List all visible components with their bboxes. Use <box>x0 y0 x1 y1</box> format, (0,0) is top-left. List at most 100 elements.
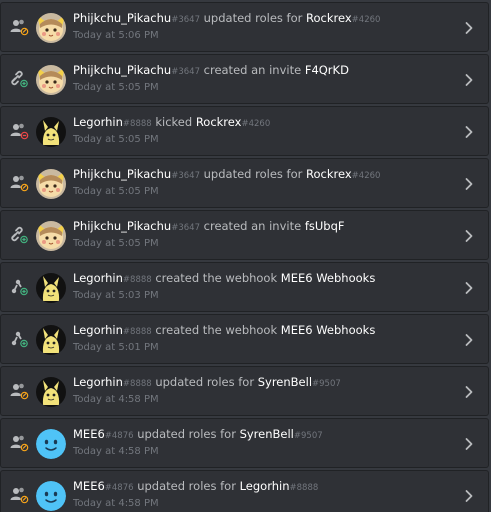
entry-summary: Phijkchu_Pikachu#3647 created an invite … <box>73 63 349 80</box>
target-discriminator: #8888 <box>289 483 319 493</box>
audit-log-entry[interactable]: Phijkchu_Pikachu#3647 updated roles for … <box>0 158 489 208</box>
actor-name[interactable]: Legorhin <box>73 271 123 285</box>
actor-discriminator: #3647 <box>171 223 200 233</box>
avatar[interactable] <box>36 325 66 355</box>
actor-discriminator: #8888 <box>122 327 152 337</box>
target-discriminator: #4260 <box>351 171 381 181</box>
actor-discriminator: #8888 <box>122 119 152 129</box>
timestamp: Today at 5:05 PM <box>73 238 159 249</box>
update-action-icon <box>9 173 29 193</box>
kick-action-icon <box>9 121 29 141</box>
avatar[interactable] <box>36 481 66 511</box>
target-name[interactable]: Rockrex <box>196 115 242 129</box>
actor-discriminator: #8888 <box>122 379 152 389</box>
chevron-right-icon[interactable] <box>464 280 474 294</box>
update-action-icon <box>9 485 29 505</box>
action-text: updated roles for <box>203 167 303 181</box>
action-text: updated roles for <box>155 375 255 389</box>
actor-name[interactable]: Phijkchu_Pikachu <box>73 167 171 181</box>
chevron-right-icon[interactable] <box>464 228 474 242</box>
timestamp: Today at 5:01 PM <box>73 342 159 353</box>
timestamp: Today at 4:58 PM <box>73 446 159 457</box>
avatar[interactable] <box>36 377 66 407</box>
audit-log-entry[interactable]: MEE6#4876 updated roles for Legorhin#888… <box>0 470 489 512</box>
entry-summary: Legorhin#8888 created the webhook MEE6 W… <box>73 271 375 288</box>
target-name[interactable]: Rockrex <box>306 167 352 181</box>
target-name[interactable]: Rockrex <box>306 11 352 25</box>
chevron-right-icon[interactable] <box>464 488 474 502</box>
entry-summary: Phijkchu_Pikachu#3647 updated roles for … <box>73 167 380 184</box>
action-text: kicked <box>155 115 193 129</box>
timestamp: Today at 4:58 PM <box>73 498 159 509</box>
chevron-right-icon[interactable] <box>464 176 474 190</box>
chevron-right-icon[interactable] <box>464 332 474 346</box>
actor-name[interactable]: Legorhin <box>73 323 123 337</box>
entry-summary: Phijkchu_Pikachu#3647 created an invite … <box>73 219 345 236</box>
webhook-action-icon <box>9 329 29 349</box>
timestamp: Today at 5:03 PM <box>73 290 159 301</box>
audit-log-entry[interactable]: Phijkchu_Pikachu#3647 updated roles for … <box>0 2 489 52</box>
avatar[interactable] <box>36 273 66 303</box>
target-name[interactable]: fsUbqF <box>305 219 345 233</box>
target-discriminator: #9507 <box>312 379 341 389</box>
actor-name[interactable]: MEE6 <box>73 479 105 493</box>
update-action-icon <box>9 17 29 37</box>
actor-name[interactable]: Phijkchu_Pikachu <box>73 11 171 25</box>
action-text: created an invite <box>203 63 302 77</box>
audit-log-entry[interactable]: MEE6#4876 updated roles for SyrenBell#95… <box>0 418 489 468</box>
action-text: created the webhook <box>155 271 278 285</box>
action-text: updated roles for <box>137 427 236 441</box>
timestamp: Today at 5:05 PM <box>73 186 159 197</box>
avatar[interactable] <box>36 169 66 199</box>
entry-summary: Legorhin#8888 created the webhook MEE6 W… <box>73 323 375 340</box>
entry-summary: Phijkchu_Pikachu#3647 updated roles for … <box>73 11 380 28</box>
audit-log-entry[interactable]: Phijkchu_Pikachu#3647 created an invite … <box>0 210 489 260</box>
action-text: updated roles for <box>203 11 303 25</box>
target-discriminator: #4260 <box>351 15 381 25</box>
target-name[interactable]: SyrenBell <box>240 427 294 441</box>
action-text: updated roles for <box>137 479 236 493</box>
actor-name[interactable]: MEE6 <box>73 427 105 441</box>
audit-log-entry[interactable]: Legorhin#8888 created the webhook MEE6 W… <box>0 262 489 312</box>
avatar[interactable] <box>36 221 66 251</box>
chevron-right-icon[interactable] <box>464 72 474 86</box>
target-name[interactable]: MEE6 Webhooks <box>281 323 376 337</box>
invite-action-icon <box>9 69 29 89</box>
chevron-right-icon[interactable] <box>464 436 474 450</box>
actor-discriminator: #3647 <box>171 67 200 77</box>
audit-log-entry[interactable]: Phijkchu_Pikachu#3647 created an invite … <box>0 54 489 104</box>
timestamp: Today at 5:06 PM <box>73 30 159 41</box>
avatar[interactable] <box>36 429 66 459</box>
update-action-icon <box>9 381 29 401</box>
audit-log-entry[interactable]: Legorhin#8888 updated roles for SyrenBel… <box>0 366 489 416</box>
actor-discriminator: #8888 <box>122 275 152 285</box>
target-name[interactable]: MEE6 Webhooks <box>281 271 376 285</box>
chevron-right-icon[interactable] <box>464 124 474 138</box>
actor-discriminator: #3647 <box>171 171 200 181</box>
actor-discriminator: #4876 <box>104 483 134 493</box>
actor-name[interactable]: Legorhin <box>73 375 123 389</box>
actor-name[interactable]: Phijkchu_Pikachu <box>73 63 171 77</box>
avatar[interactable] <box>36 117 66 147</box>
chevron-right-icon[interactable] <box>464 384 474 398</box>
avatar[interactable] <box>36 13 66 43</box>
target-name[interactable]: F4QrKD <box>305 63 349 77</box>
entry-summary: Legorhin#8888 updated roles for SyrenBel… <box>73 375 341 392</box>
timestamp: Today at 4:58 PM <box>73 394 159 405</box>
timestamp: Today at 5:05 PM <box>73 82 159 93</box>
audit-log-entry[interactable]: Legorhin#8888 kicked Rockrex#4260 Today … <box>0 106 489 156</box>
target-name[interactable]: SyrenBell <box>258 375 312 389</box>
actor-name[interactable]: Legorhin <box>73 115 123 129</box>
actor-name[interactable]: Phijkchu_Pikachu <box>73 219 171 233</box>
target-name[interactable]: Legorhin <box>240 479 290 493</box>
avatar[interactable] <box>36 65 66 95</box>
audit-log-entry[interactable]: Legorhin#8888 created the webhook MEE6 W… <box>0 314 489 364</box>
entry-summary: Legorhin#8888 kicked Rockrex#4260 <box>73 115 270 132</box>
entry-summary: MEE6#4876 updated roles for Legorhin#888… <box>73 479 318 496</box>
actor-discriminator: #3647 <box>171 15 200 25</box>
audit-log-list: Phijkchu_Pikachu#3647 updated roles for … <box>0 0 491 512</box>
target-discriminator: #4260 <box>241 119 271 129</box>
chevron-right-icon[interactable] <box>464 20 474 34</box>
timestamp: Today at 5:05 PM <box>73 134 159 145</box>
actor-discriminator: #4876 <box>104 431 134 441</box>
